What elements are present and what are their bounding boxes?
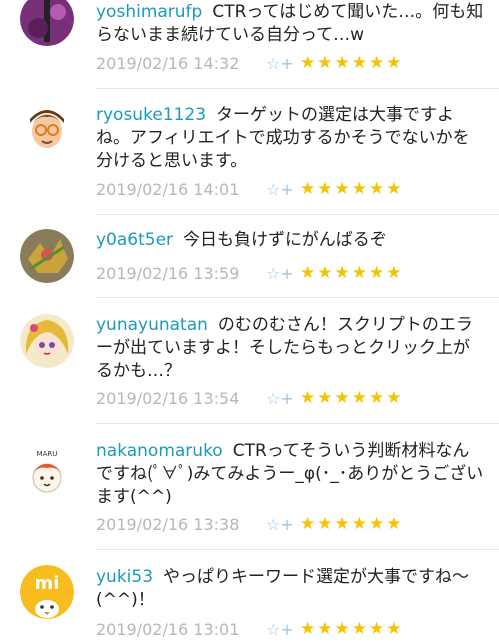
star-icon: ★ [334, 262, 350, 283]
star-plus-icon[interactable]: ☆+ [266, 389, 300, 408]
comment-item: ryosuke1123 ターゲットの選定は大事ですよね。アフィリエイトで成功するか… [0, 89, 499, 215]
timestamp: 2019/02/16 13:38 [96, 514, 240, 534]
timestamp: 2019/02/16 14:01 [96, 179, 240, 199]
comment-text: yoshimarufp CTRってはじめて聞いた…。何も知らないまま続けている自分… [96, 1, 485, 47]
rating-stars: ★ ★ ★ ★ ★ ★ [300, 178, 402, 199]
star-icon: ★ [369, 178, 385, 199]
star-icon: ★ [317, 513, 333, 534]
star-icon: ★ [300, 618, 316, 639]
star-icon: ★ [386, 513, 402, 534]
star-icon: ★ [351, 52, 367, 73]
star-icon: ★ [300, 513, 316, 534]
star-icon: ★ [317, 618, 333, 639]
star-icon: ★ [300, 262, 316, 283]
star-icon: ★ [300, 387, 316, 408]
star-icon: ★ [334, 618, 350, 639]
avatar[interactable] [20, 314, 74, 368]
avatar[interactable] [20, 0, 74, 46]
rating-stars: ★ ★ ★ ★ ★ ★ [300, 262, 402, 283]
star-plus-icon[interactable]: ☆+ [266, 620, 300, 639]
username-link[interactable]: ryosuke1123 [96, 105, 206, 125]
comment-item: y0a6t5er 今日も負けずにがんばるぞ 2019/02/16 13:59 ☆+… [0, 215, 499, 298]
timestamp: 2019/02/16 13:01 [96, 619, 240, 639]
username-link[interactable]: yunayunatan [96, 315, 208, 335]
comment-meta: 2019/02/16 13:59 ☆+ ★ ★ ★ ★ ★ ★ [96, 260, 402, 286]
star-icon: ★ [334, 52, 350, 73]
avatar[interactable]: MARU [20, 444, 74, 498]
avatar[interactable] [20, 229, 74, 283]
comment-item: yunayunatan のむのむさん！スクリプトのエラーが出ていますよ！そしたらも… [0, 298, 499, 424]
comment-item: MARU nakanomaruko CTRってそういう判断材料なんですね(ﾟ∀ﾟ)… [0, 424, 499, 550]
star-icon: ★ [386, 178, 402, 199]
avatar[interactable] [20, 101, 74, 155]
comment-text: yunayunatan のむのむさん！スクリプトのエラーが出ていますよ！そしたらも… [96, 314, 485, 383]
comment-item: mi yuki53 やっぱりキーワード選定が大事ですね～(^^)！ 2019/02… [0, 550, 499, 640]
star-icon: ★ [317, 387, 333, 408]
star-icon: ★ [334, 387, 350, 408]
star-plus-icon[interactable]: ☆+ [266, 54, 300, 73]
star-plus-icon[interactable]: ☆+ [266, 515, 300, 534]
comment-text: ryosuke1123 ターゲットの選定は大事ですよね。アフィリエイトで成功するか… [96, 104, 485, 173]
star-icon: ★ [386, 387, 402, 408]
timestamp: 2019/02/16 13:59 [96, 263, 240, 283]
star-icon: ★ [334, 178, 350, 199]
rating-stars: ★ ★ ★ ★ ★ ★ [300, 513, 402, 534]
username-link[interactable]: y0a6t5er [96, 230, 173, 250]
star-icon: ★ [317, 262, 333, 283]
star-icon: ★ [386, 262, 402, 283]
star-icon: ★ [351, 387, 367, 408]
comment-text: yuki53 やっぱりキーワード選定が大事ですね～(^^)！ [96, 566, 485, 612]
star-plus-icon[interactable]: ☆+ [266, 264, 300, 283]
star-icon: ★ [351, 618, 367, 639]
comment-meta: 2019/02/16 13:38 ☆+ ★ ★ ★ ★ ★ ★ [96, 511, 402, 537]
avatar-label: MARU [37, 450, 58, 458]
star-icon: ★ [317, 178, 333, 199]
rating-stars: ★ ★ ★ ★ ★ ★ [300, 618, 402, 639]
star-icon: ★ [386, 618, 402, 639]
star-icon: ★ [369, 52, 385, 73]
timestamp: 2019/02/16 14:32 [96, 53, 240, 73]
star-icon: ★ [386, 52, 402, 73]
comment-text: y0a6t5er 今日も負けずにがんばるぞ [96, 229, 485, 252]
star-plus-icon[interactable]: ☆+ [266, 180, 300, 199]
comment-meta: 2019/02/16 14:32 ☆+ ★ ★ ★ ★ ★ ★ [96, 50, 402, 76]
username-link[interactable]: yoshimarufp [96, 2, 202, 22]
star-icon: ★ [334, 513, 350, 534]
star-icon: ★ [317, 52, 333, 73]
star-icon: ★ [300, 178, 316, 199]
rating-stars: ★ ★ ★ ★ ★ ★ [300, 52, 402, 73]
star-icon: ★ [300, 52, 316, 73]
star-icon: ★ [351, 178, 367, 199]
star-icon: ★ [351, 513, 367, 534]
star-icon: ★ [369, 387, 385, 408]
rating-stars: ★ ★ ★ ★ ★ ★ [300, 387, 402, 408]
star-icon: ★ [369, 618, 385, 639]
comment-meta: 2019/02/16 14:01 ☆+ ★ ★ ★ ★ ★ ★ [96, 176, 402, 202]
username-link[interactable]: yuki53 [96, 567, 153, 587]
star-icon: ★ [369, 513, 385, 534]
star-icon: ★ [351, 262, 367, 283]
comment-meta: 2019/02/16 13:01 ☆+ ★ ★ ★ ★ ★ ★ [96, 616, 402, 642]
comment-item: yoshimarufp CTRってはじめて聞いた…。何も知らないまま続けている自分… [0, 0, 499, 89]
comment-meta: 2019/02/16 13:54 ☆+ ★ ★ ★ ★ ★ ★ [96, 385, 402, 411]
username-link[interactable]: nakanomaruko [96, 441, 223, 461]
avatar-label: mi [35, 573, 60, 594]
star-icon: ★ [369, 262, 385, 283]
timestamp: 2019/02/16 13:54 [96, 388, 240, 408]
comment-body: 今日も負けずにがんばるぞ [183, 230, 387, 250]
comment-text: nakanomaruko CTRってそういう判断材料なんですね(ﾟ∀ﾟ)みてみよう… [96, 440, 485, 509]
avatar[interactable]: mi [20, 565, 74, 619]
